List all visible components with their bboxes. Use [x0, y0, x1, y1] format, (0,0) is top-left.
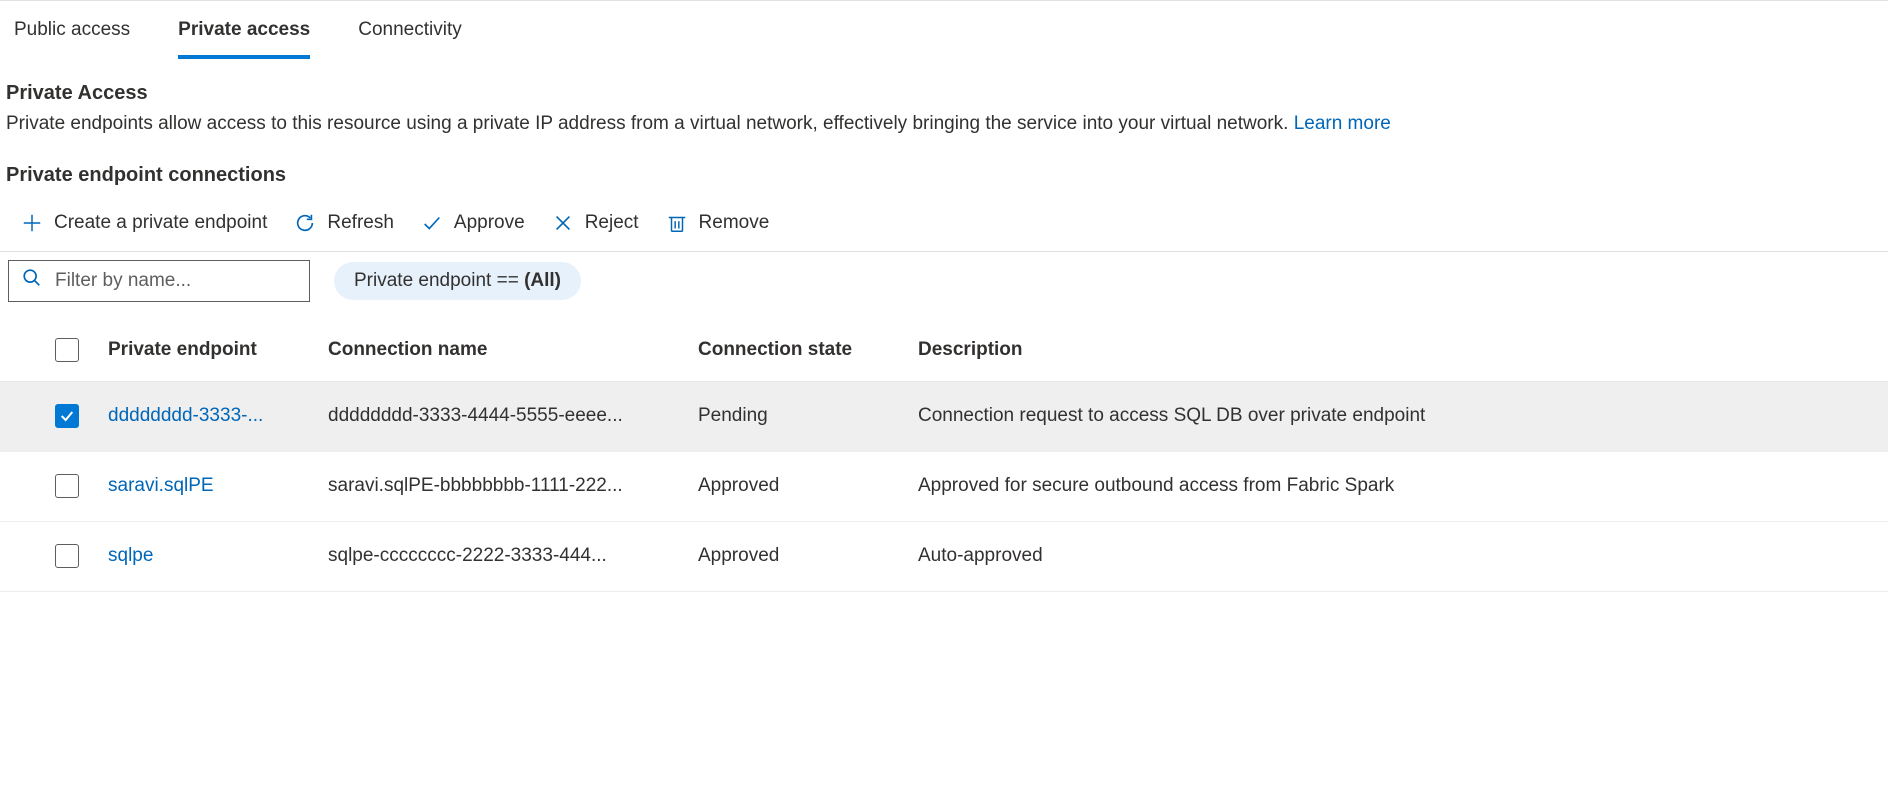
th-connection-state[interactable]: Connection state [698, 339, 918, 361]
table-row[interactable]: saravi.sqlPE saravi.sqlPE-bbbbbbbb-1111-… [0, 452, 1888, 522]
learn-more-link[interactable]: Learn more [1294, 113, 1391, 134]
plus-icon [20, 211, 44, 235]
remove-button[interactable]: Remove [663, 207, 772, 239]
check-icon [420, 211, 444, 235]
refresh-button[interactable]: Refresh [291, 207, 396, 239]
section-description-text: Private endpoints allow access to this r… [6, 113, 1294, 134]
connection-state-cell: Approved [698, 475, 918, 497]
refresh-icon [293, 211, 317, 235]
approve-button[interactable]: Approve [418, 207, 527, 239]
reject-button[interactable]: Reject [549, 207, 641, 239]
create-label: Create a private endpoint [54, 212, 267, 234]
row-checkbox[interactable] [55, 544, 79, 568]
th-endpoint[interactable]: Private endpoint [108, 339, 328, 361]
row-checkbox[interactable] [55, 404, 79, 428]
tab-connectivity[interactable]: Connectivity [358, 19, 462, 59]
reject-label: Reject [585, 212, 639, 234]
description-cell: Auto-approved [918, 545, 1880, 567]
tab-bar: Public access Private access Connectivit… [0, 1, 1888, 60]
endpoint-link[interactable]: dddddddd-3333-... [108, 405, 328, 427]
endpoint-table: Private endpoint Connection name Connect… [0, 320, 1888, 592]
filter-input[interactable] [55, 270, 297, 292]
select-all-checkbox[interactable] [55, 338, 79, 362]
connection-state-cell: Pending [698, 405, 918, 427]
connection-name-cell: dddddddd-3333-4444-5555-eeee... [328, 405, 698, 427]
table-row[interactable]: dddddddd-3333-... dddddddd-3333-4444-555… [0, 382, 1888, 452]
x-icon [551, 211, 575, 235]
refresh-label: Refresh [327, 212, 394, 234]
connection-name-cell: sqlpe-cccccccc-2222-3333-444... [328, 545, 698, 567]
endpoint-link[interactable]: sqlpe [108, 545, 328, 567]
trash-icon [665, 211, 689, 235]
remove-label: Remove [699, 212, 770, 234]
search-icon [21, 267, 43, 294]
toolbar: Create a private endpoint Refresh Approv… [0, 201, 1888, 252]
th-connection-name[interactable]: Connection name [328, 339, 698, 361]
filter-search-box[interactable] [8, 260, 310, 302]
description-cell: Approved for secure outbound access from… [918, 475, 1880, 497]
table-header: Private endpoint Connection name Connect… [0, 320, 1888, 382]
filter-row: Private endpoint == (All) [0, 252, 1888, 320]
approve-label: Approve [454, 212, 525, 234]
connection-state-cell: Approved [698, 545, 918, 567]
row-checkbox[interactable] [55, 474, 79, 498]
tab-private-access[interactable]: Private access [178, 19, 310, 59]
filter-pill-value: (All) [524, 270, 561, 291]
subsection-title: Private endpoint connections [0, 164, 1888, 187]
connection-name-cell: saravi.sqlPE-bbbbbbbb-1111-222... [328, 475, 698, 497]
section-description: Private endpoints allow access to this r… [6, 111, 1888, 138]
th-description[interactable]: Description [918, 339, 1880, 361]
endpoint-link[interactable]: saravi.sqlPE [108, 475, 328, 497]
section-title: Private Access [6, 82, 1888, 105]
table-row[interactable]: sqlpe sqlpe-cccccccc-2222-3333-444... Ap… [0, 522, 1888, 592]
filter-pill[interactable]: Private endpoint == (All) [334, 262, 581, 300]
filter-pill-prefix: Private endpoint == [354, 270, 524, 291]
description-cell: Connection request to access SQL DB over… [918, 405, 1880, 427]
tab-public-access[interactable]: Public access [14, 19, 130, 59]
create-private-endpoint-button[interactable]: Create a private endpoint [18, 207, 269, 239]
